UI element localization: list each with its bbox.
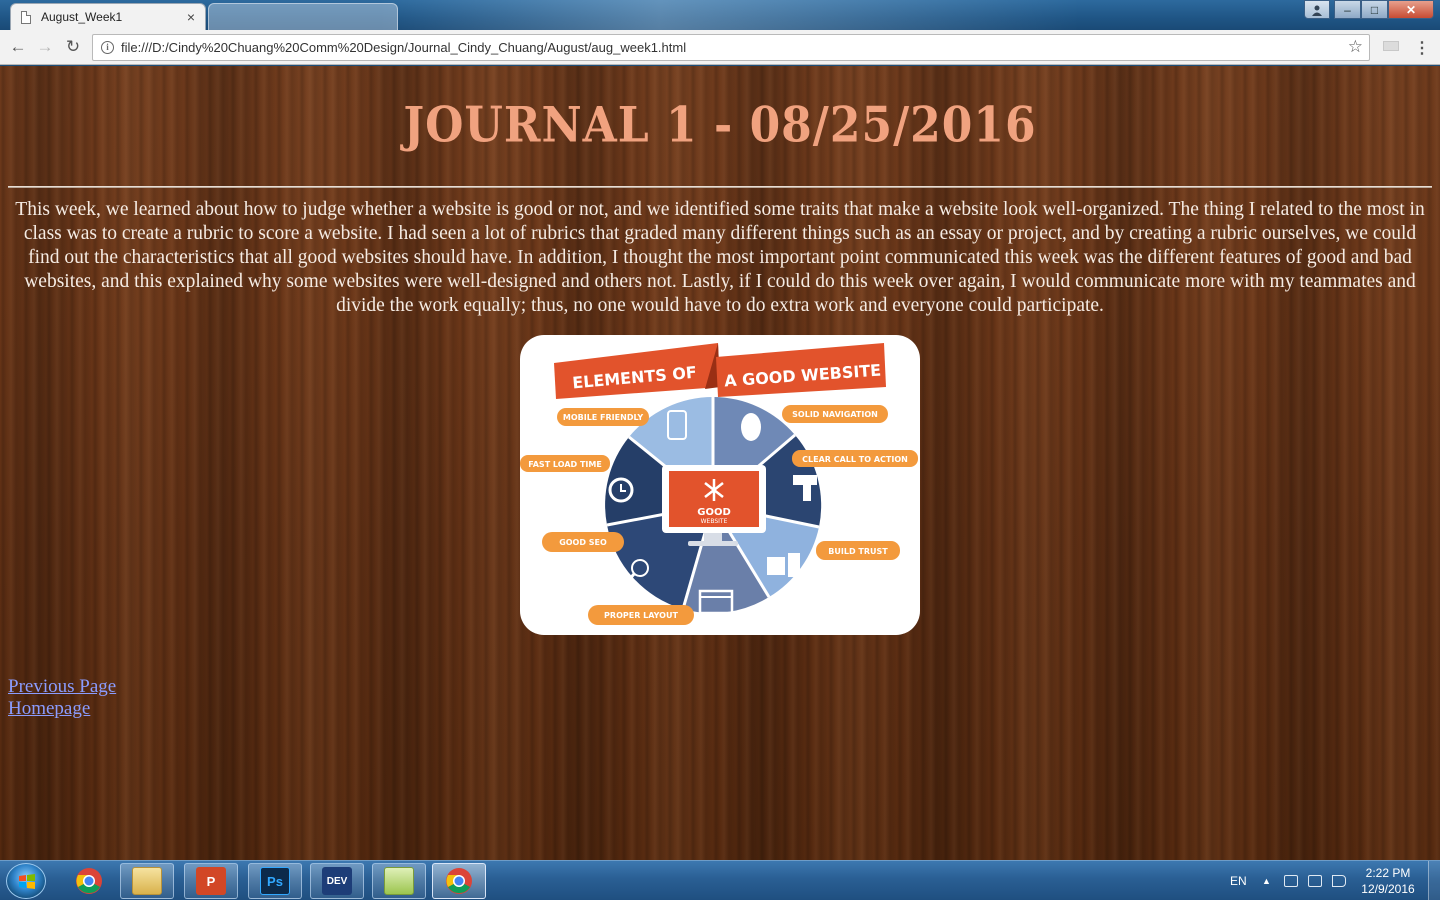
homepage-link[interactable]: Homepage	[8, 698, 116, 720]
user-profile-icon[interactable]	[1304, 0, 1330, 19]
address-url: file:///D:/Cindy%20Chuang%20Comm%20Desig…	[121, 40, 687, 55]
close-window-button[interactable]: ✕	[1388, 0, 1434, 19]
taskbar-chrome-active[interactable]	[432, 863, 486, 899]
folder-icon	[132, 867, 162, 895]
browser-toolbar: ← → ↻ i file:///D:/Cindy%20Chuang%20Comm…	[0, 30, 1440, 65]
photoshop-icon: Ps	[260, 867, 290, 895]
volume-icon[interactable]	[1332, 875, 1346, 887]
page-nav-links: Previous Page Homepage	[8, 676, 116, 720]
language-indicator[interactable]: EN	[1230, 861, 1247, 900]
taskbar-devcpp[interactable]: DEV	[310, 863, 364, 899]
chrome-icon	[446, 868, 472, 894]
address-bar[interactable]: i file:///D:/Cindy%20Chuang%20Comm%20Des…	[92, 34, 1370, 61]
thumbs-up-icon	[767, 557, 785, 575]
show-desktop-button[interactable]	[1428, 861, 1440, 900]
previous-page-link[interactable]: Previous Page	[8, 676, 116, 698]
page-viewport: JOURNAL 1 - 08/25/2016 This week, we lea…	[0, 66, 1440, 860]
clock-time: 2:22 PM	[1365, 866, 1411, 880]
menu-dots-icon[interactable]: ⋮	[1414, 38, 1430, 58]
minimize-button[interactable]: –	[1334, 0, 1361, 19]
label-load-time: FAST LOAD TIME	[528, 460, 602, 469]
windows-flag-icon	[19, 874, 35, 889]
label-trust: BUILD TRUST	[828, 547, 888, 556]
horizontal-rule	[8, 186, 1432, 188]
extension-icon[interactable]	[1383, 41, 1399, 51]
start-button[interactable]	[6, 863, 46, 899]
taskbar-chrome[interactable]	[62, 863, 116, 899]
label-mobile: MOBILE FRIENDLY	[563, 413, 643, 422]
taskbar-powerpoint[interactable]: P	[184, 863, 238, 899]
system-clock[interactable]: 2:22 PM 12/9/2016	[1348, 865, 1428, 897]
label-call-to-action: CLEAR CALL TO ACTION	[802, 455, 908, 464]
journal-paragraph: This week, we learned about how to judge…	[15, 199, 1425, 316]
tray-expand-icon[interactable]: ▲	[1262, 861, 1271, 900]
label-seo: GOOD SEO	[559, 538, 607, 547]
document-icon	[21, 10, 31, 24]
label-layout: PROPER LAYOUT	[604, 611, 678, 620]
devcpp-icon: DEV	[322, 867, 352, 895]
mouse-icon	[741, 413, 761, 441]
chrome-icon	[76, 868, 102, 894]
info-icon[interactable]: i	[101, 41, 114, 54]
page-title: JOURNAL 1 - 08/25/2016	[403, 97, 1037, 154]
notepad-icon	[384, 867, 414, 895]
clock-date: 12/9/2016	[1361, 882, 1415, 896]
taskbar-notepad[interactable]	[372, 863, 426, 899]
windows-taskbar: P Ps DEV EN ▲ 2:22 PM 12/9/2016	[0, 860, 1440, 900]
tab-title: August_Week1	[41, 10, 123, 24]
window-controls: – □ ✕	[1304, 0, 1434, 19]
tab-background[interactable]	[208, 3, 398, 30]
powerpoint-icon: P	[196, 867, 226, 895]
taskbar-explorer[interactable]	[120, 863, 174, 899]
forward-arrow-icon[interactable]: →	[35, 37, 55, 57]
reload-icon[interactable]: ↻	[63, 37, 83, 57]
center-label-good: GOOD	[697, 507, 731, 518]
pointer-hand-icon	[793, 475, 817, 485]
back-arrow-icon[interactable]: ←	[8, 37, 28, 57]
tab-close-icon[interactable]: ×	[187, 9, 195, 25]
tab-august-week1[interactable]: August_Week1 ×	[10, 3, 206, 30]
network-icon[interactable]	[1308, 875, 1322, 887]
center-label-website: WEBSITE	[701, 518, 728, 525]
browser-title-bar: August_Week1 × – □ ✕	[0, 0, 1440, 30]
good-website-infographic: GOOD WEBSITE ELEMENTS OF A GOOD WEBSITE …	[520, 335, 920, 635]
action-center-flag-icon[interactable]	[1284, 875, 1298, 887]
maximize-button[interactable]: □	[1361, 0, 1388, 19]
label-navigation: SOLID NAVIGATION	[792, 410, 878, 419]
bookmark-star-icon[interactable]: ☆	[1348, 37, 1363, 57]
taskbar-photoshop[interactable]: Ps	[248, 863, 302, 899]
